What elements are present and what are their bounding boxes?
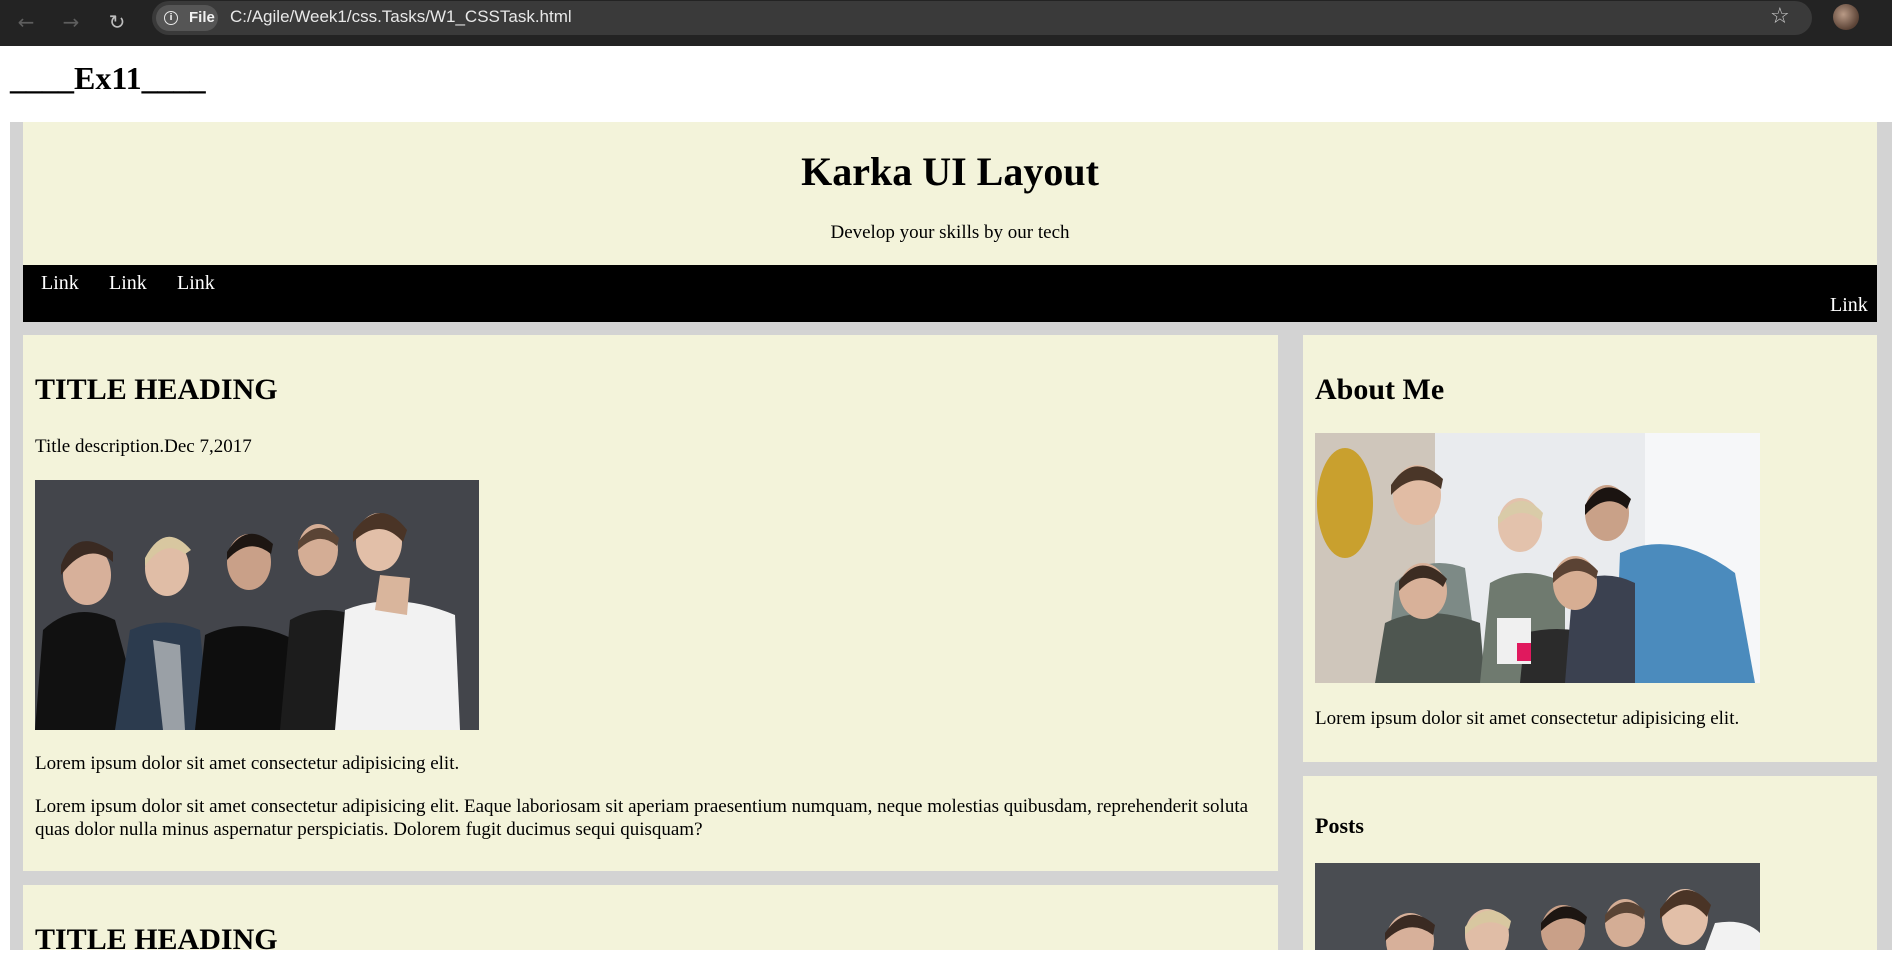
about-me-card: About Me Lorem ipsum dolor sit amet cons…	[1303, 335, 1877, 762]
posts-heading: Posts	[1315, 813, 1364, 838]
reload-icon[interactable]: ↻	[103, 8, 131, 36]
profile-avatar[interactable]	[1833, 4, 1859, 30]
top-navbar: Link Link Link Link	[23, 265, 1877, 322]
nav-link-right[interactable]: Link	[1830, 294, 1868, 317]
posts-photo	[1315, 863, 1760, 950]
nav-link-2[interactable]: Link	[109, 272, 147, 295]
site-subtitle: Develop your skills by our tech	[830, 222, 1070, 243]
page-container: Karka UI Layout Develop your skills by o…	[10, 122, 1892, 956]
nav-link-3[interactable]: Link	[177, 272, 215, 295]
card-paragraph-2: Lorem ipsum dolor sit amet consectetur a…	[35, 796, 1249, 840]
card-title-heading: TITLE HEADING	[35, 373, 278, 406]
card-title-heading: TITLE HEADING	[35, 923, 278, 956]
about-me-text: Lorem ipsum dolor sit amet consectetur a…	[1315, 708, 1740, 729]
info-icon: i	[164, 11, 178, 25]
site-header: Karka UI Layout Develop your skills by o…	[23, 122, 1877, 265]
site-info-label: File	[189, 9, 215, 26]
main-card-1: TITLE HEADING Title description.Dec 7,20…	[23, 335, 1278, 871]
nav-link-1[interactable]: Link	[41, 272, 79, 295]
about-me-photo	[1315, 433, 1760, 683]
bookmark-star-icon[interactable]: ☆	[1770, 4, 1790, 29]
back-arrow-icon[interactable]: ←	[12, 8, 40, 36]
exercise-title: ____Ex11____	[10, 60, 206, 96]
url-text[interactable]: C:/Agile/Week1/css.Tasks/W1_CSSTask.html	[230, 7, 572, 27]
card-description: Title description.Dec 7,2017	[35, 436, 252, 457]
about-me-heading: About Me	[1315, 373, 1445, 406]
forward-arrow-icon[interactable]: →	[57, 8, 85, 36]
main-card-2: TITLE HEADING	[23, 885, 1278, 956]
posts-card: Posts	[1303, 776, 1877, 950]
site-title: Karka UI Layout	[801, 149, 1099, 194]
address-bar[interactable]: i File C:/Agile/Week1/css.Tasks/W1_CSSTa…	[152, 1, 1812, 35]
site-info-chip[interactable]: i File	[156, 5, 218, 31]
band-photo-1	[35, 480, 479, 730]
card-paragraph-1: Lorem ipsum dolor sit amet consectetur a…	[35, 753, 460, 774]
browser-toolbar: ← → ↻ i File C:/Agile/Week1/css.Tasks/W1…	[0, 0, 1892, 46]
